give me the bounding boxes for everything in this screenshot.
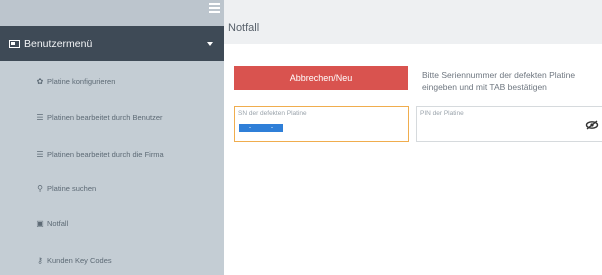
sidebar-item-label: Platine suchen [47, 183, 97, 193]
gear-icon: ✿ [36, 76, 44, 86]
sidebar-item-edited-by-user[interactable]: ☰ Platinen bearbeitet durch Benutzer [0, 107, 224, 127]
pin-label: PIN der Platine [420, 110, 464, 117]
sidebar-item-label: Kunden Key Codes [47, 255, 112, 265]
sidebar-item-label: Platinen bearbeitet durch die Firma [47, 149, 164, 159]
sidebar-item-search[interactable]: ⚲ Platine suchen [0, 178, 224, 198]
list-icon: ☰ [36, 112, 44, 122]
ambulance-icon: ▣ [36, 218, 44, 228]
key-icon: ⚷ [37, 255, 43, 265]
page-header: Notfall [224, 0, 602, 44]
search-icon: ⚲ [37, 183, 43, 193]
main-content: Notfall Abbrechen/Neu Bitte Seriennummer… [224, 0, 602, 275]
user-menu-header[interactable]: Benutzermenü [0, 26, 224, 61]
select-value-left: - [249, 125, 251, 131]
sidebar-item-label: Platine konfigurieren [47, 76, 116, 86]
pin-field[interactable]: PIN der Platine [416, 106, 602, 142]
serial-number-label: SN der defekten Platine [238, 110, 307, 117]
sidebar-item-emergency[interactable]: ▣ Notfall [0, 213, 224, 233]
sidebar-item-key-codes[interactable]: ⚷ Kunden Key Codes [0, 250, 224, 270]
page-title: Notfall [228, 22, 260, 34]
eye-slash-icon[interactable] [585, 120, 599, 130]
sidebar-item-label: Notfall [47, 218, 69, 228]
instruction-text: Bitte Seriennummer der defekten Platine … [422, 70, 576, 92]
serial-number-select[interactable]: - - [239, 124, 283, 132]
sidebar-item-edited-by-company[interactable]: ☰ Platinen bearbeitet durch die Firma [0, 144, 224, 164]
sidebar-top-bar [0, 0, 224, 26]
caret-down-icon [207, 42, 213, 46]
hamburger-menu-icon[interactable] [209, 3, 220, 13]
sidebar-item-configure[interactable]: ✿ Platine konfigurieren [0, 71, 224, 91]
sidebar: Benutzermenü ✿ Platine konfigurieren ☰ P… [0, 0, 224, 275]
cancel-new-button[interactable]: Abbrechen/Neu [234, 66, 408, 90]
list-icon: ☰ [36, 149, 44, 159]
select-value-right: - [271, 125, 273, 131]
sidebar-item-label: Platinen bearbeitet durch Benutzer [47, 112, 163, 122]
id-card-icon [9, 39, 20, 48]
user-menu-label: Benutzermenü [24, 37, 93, 50]
serial-number-field[interactable]: SN der defekten Platine - - [234, 106, 409, 142]
